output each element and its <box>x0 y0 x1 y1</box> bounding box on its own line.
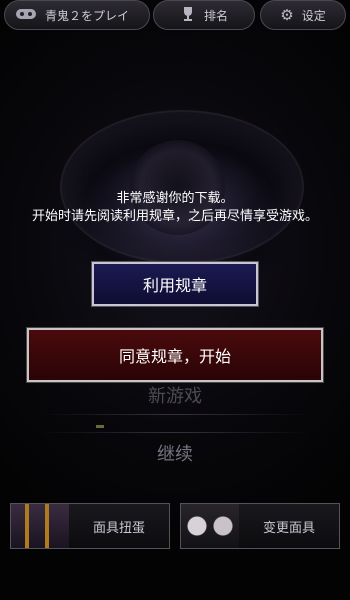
new-game-menu-item[interactable]: 新游戏 <box>0 383 350 411</box>
continue-menu-item[interactable]: 继续 <box>0 440 350 470</box>
top-bar: 青鬼２をプレイ 排名 ⚙ 设定 <box>0 0 350 36</box>
menu-marker <box>96 425 104 428</box>
gear-icon: ⚙ <box>280 5 294 24</box>
mask-gacha-label: 面具扭蛋 <box>92 520 145 536</box>
change-mask-label: 变更面具 <box>262 520 315 536</box>
menu-divider <box>40 432 310 433</box>
terms-of-use-button[interactable]: 利用规章 <box>91 261 259 307</box>
welcome-message-line1: 非常感谢你的下载。 <box>116 191 234 206</box>
mask-thumbnail <box>181 504 239 548</box>
controller-icon <box>15 7 37 24</box>
app-screen: 青鬼２をプレイ 排名 ⚙ 设定 非常感谢你的下载。 开始时请先阅读利用规章，之后… <box>0 0 350 600</box>
gacha-thumbnail <box>11 504 69 548</box>
ranking-label: 排名 <box>203 8 228 23</box>
welcome-message: 非常感谢你的下载。 开始时请先阅读利用规章，之后再尽情享受游戏。 <box>20 190 330 226</box>
settings-label: 设定 <box>301 8 326 23</box>
trophy-icon <box>180 6 196 25</box>
play-aooni2-label: 青鬼２をプレイ <box>45 8 130 23</box>
menu-divider <box>40 414 310 415</box>
mask-gacha-button[interactable]: 面具扭蛋 <box>10 503 170 549</box>
play-aooni2-button[interactable]: 青鬼２をプレイ <box>4 0 150 30</box>
welcome-message-line2: 开始时请先阅读利用规章，之后再尽情享受游戏。 <box>31 209 318 224</box>
ranking-button[interactable]: 排名 <box>153 0 255 30</box>
agree-and-start-button[interactable]: 同意规章，开始 <box>26 327 324 383</box>
settings-button[interactable]: ⚙ 设定 <box>260 0 346 30</box>
change-mask-button[interactable]: 变更面具 <box>180 503 340 549</box>
